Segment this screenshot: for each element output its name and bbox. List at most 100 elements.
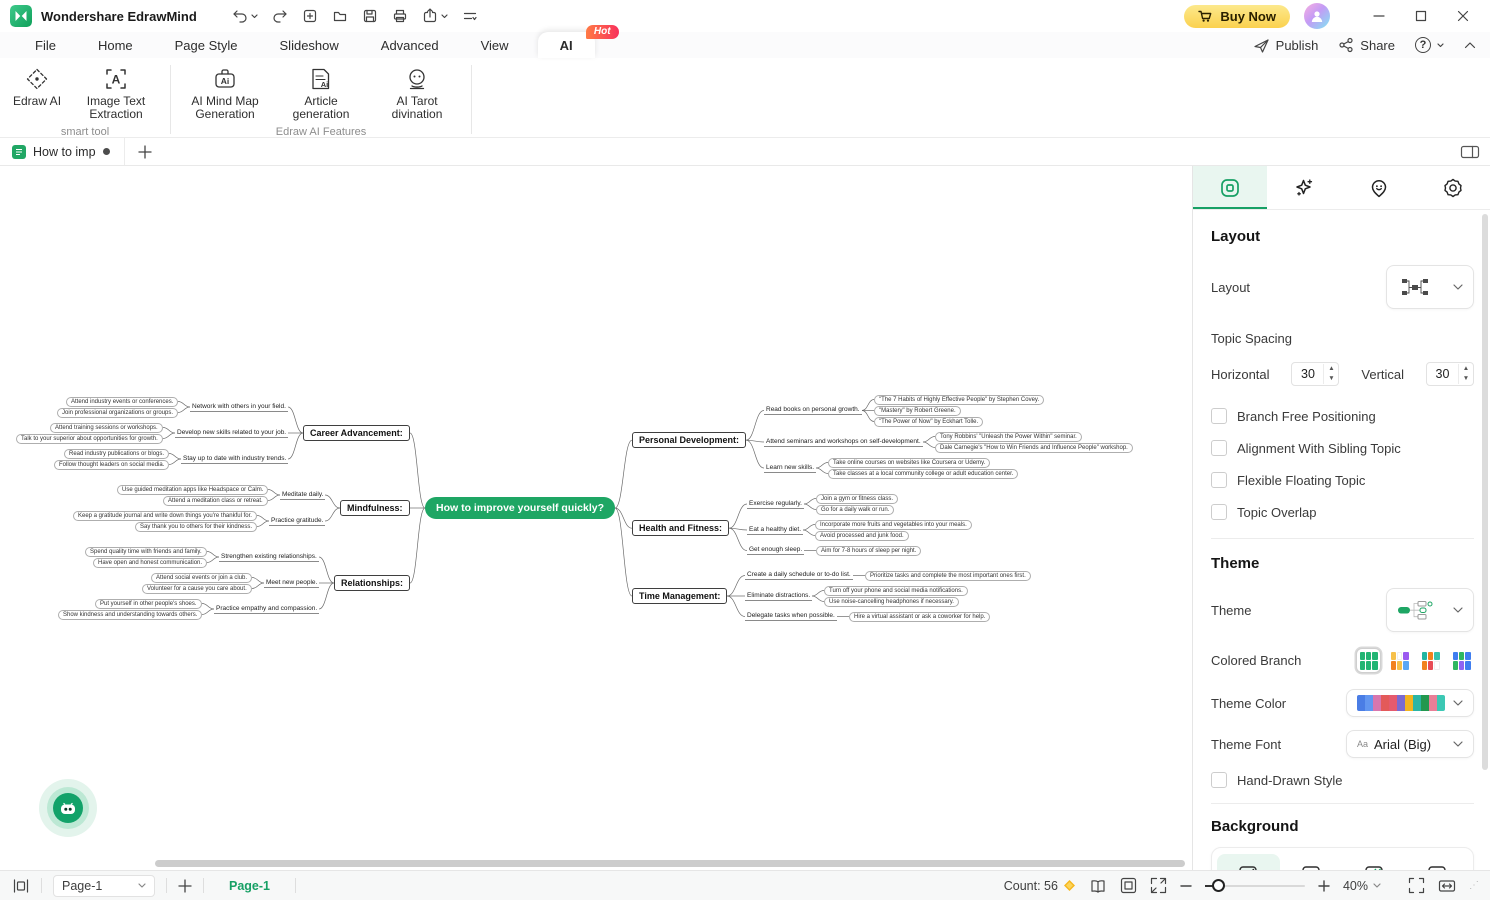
menu-slideshow[interactable]: Slideshow [259, 38, 360, 53]
print-button[interactable] [387, 4, 413, 28]
fit-width-button[interactable] [1438, 878, 1456, 894]
colored-branch-swatch-3[interactable] [1418, 648, 1443, 673]
checkbox-branch-free-positioning[interactable]: Branch Free Positioning [1211, 408, 1474, 424]
mindmap-subtopic[interactable]: Learn new skills. [764, 464, 817, 473]
mindmap-leaf-topic[interactable]: Attend a meditation class or retreat. [163, 495, 268, 506]
share-button[interactable]: Share [1338, 37, 1395, 53]
mindmap-subtopic[interactable]: Create a daily schedule or to-do list. [745, 571, 853, 580]
colored-branch-swatch-2[interactable] [1387, 648, 1412, 673]
background-texture-option[interactable]: Texture [1343, 854, 1406, 870]
mindmap-leaf-topic[interactable]: "Mastery" by Robert Greene. [874, 405, 961, 416]
page-selector-dropdown[interactable]: Page-1 [53, 874, 155, 897]
mindmap-subtopic[interactable]: Develop new skills related to your job. [175, 429, 289, 438]
mindmap-leaf-topic[interactable]: Take online courses on websites like Cou… [828, 457, 991, 468]
mindmap-leaf-topic[interactable]: Say thank you to others for their kindne… [135, 521, 258, 532]
export-button[interactable] [417, 4, 453, 28]
mindmap-subtopic[interactable]: Practice empathy and compassion. [214, 605, 320, 614]
add-page-button[interactable] [178, 878, 192, 893]
publish-button[interactable]: Publish [1253, 37, 1318, 53]
tab-style-panel[interactable] [1193, 166, 1268, 209]
mindmap-leaf-topic[interactable]: Use noise-cancelling headphones if neces… [824, 596, 959, 607]
new-file-button[interactable] [297, 4, 323, 28]
mindmap-subtopic[interactable]: Practice gratitude. [269, 517, 326, 526]
mindmap-subtopic[interactable]: Meditate daily. [280, 491, 326, 500]
undo-button[interactable] [227, 4, 263, 28]
theme-color-dropdown[interactable] [1346, 689, 1474, 717]
mindmap-branch-topic[interactable]: Health and Fitness: [632, 520, 730, 537]
menu-page-style[interactable]: Page Style [154, 38, 259, 53]
mindmap-leaf-topic[interactable]: Go for a daily walk or run. [816, 504, 895, 515]
help-button[interactable]: ? [1415, 37, 1444, 53]
mindmap-leaf-topic[interactable]: Turn off your phone and social media not… [824, 585, 968, 596]
article-generation-button[interactable]: Ai Article generation [273, 63, 369, 124]
vertical-spacing-stepper[interactable]: 30 ▲ ▼ [1425, 362, 1474, 386]
mindmap-leaf-topic[interactable]: Avoid processed and junk food. [815, 530, 909, 541]
outline-view-button[interactable] [1089, 878, 1107, 894]
mindmap-leaf-topic[interactable]: Read industry publications or blogs. [64, 448, 170, 459]
mindmap-leaf-topic[interactable]: Spend quality time with friends and fami… [85, 546, 207, 557]
open-file-button[interactable] [327, 4, 353, 28]
ai-tarot-divination-button[interactable]: AI Tarot divination [369, 63, 465, 124]
mindmap-branch-topic[interactable]: Relationships: [334, 575, 411, 591]
new-tab-button[interactable] [137, 144, 152, 159]
maximize-button[interactable] [1400, 2, 1442, 30]
mindmap-leaf-topic[interactable]: Attend social events or join a club. [151, 572, 253, 583]
mindmap-subtopic[interactable]: Delegate tasks when possible. [745, 612, 837, 621]
panel-toggle-button[interactable] [1460, 144, 1480, 160]
mindmap-leaf-topic[interactable]: Put yourself in other people's shoes. [95, 598, 202, 609]
mindmap-branch-topic[interactable]: Mindfulness: [340, 500, 410, 516]
mindmap-leaf-topic[interactable]: Aim for 7-8 hours of sleep per night. [816, 545, 922, 556]
mindmap-leaf-topic[interactable]: Incorporate more fruits and vegetables i… [815, 519, 972, 530]
background-color-option[interactable]: Color [1280, 854, 1343, 870]
mindmap-subtopic[interactable]: Eliminate distractions. [745, 592, 813, 601]
redo-button[interactable] [267, 4, 293, 28]
mindmap-leaf-topic[interactable]: "The Power of Now" by Eckhart Tolle. [874, 416, 984, 427]
colored-branch-swatch-4[interactable] [1449, 648, 1474, 673]
tab-sticker-panel[interactable] [1342, 166, 1416, 209]
customize-toolbar-button[interactable] [457, 4, 483, 28]
resize-grip-icon[interactable]: ⋰ [1469, 880, 1480, 891]
zoom-level-dropdown[interactable]: 40% [1343, 879, 1381, 893]
checkbox-topic-overlap[interactable]: Topic Overlap [1211, 504, 1474, 520]
menu-ai-active-tab[interactable]: AI Hot [537, 25, 619, 58]
theme-font-dropdown[interactable]: Aa Arial (Big) [1346, 730, 1474, 758]
colored-branch-swatch-1[interactable] [1356, 648, 1381, 673]
mindmap-subtopic[interactable]: Stay up to date with industry trends. [181, 455, 289, 464]
document-tab[interactable]: How to imp [0, 138, 125, 165]
collapse-ribbon-button[interactable] [1464, 41, 1476, 49]
mindmap-leaf-topic[interactable]: Dale Carnegie's "How to Win Friends and … [935, 442, 1133, 453]
fit-page-button[interactable] [1120, 877, 1137, 894]
pages-sidebar-button[interactable] [12, 878, 30, 894]
zoom-in-button[interactable] [1318, 879, 1330, 892]
checkbox-alignment-sibling-topic[interactable]: Alignment With Sibling Topic [1211, 440, 1474, 456]
minimize-button[interactable] [1358, 2, 1400, 30]
mindmap-subtopic[interactable]: Eat a healthy diet. [747, 526, 804, 535]
mindmap-branch-topic[interactable]: Career Advancement: [303, 425, 410, 441]
stepper-arrows-icon[interactable]: ▲ ▼ [1323, 364, 1338, 384]
mindmap-subtopic[interactable]: Exercise regularly. [747, 500, 804, 509]
background-none-option[interactable]: None [1217, 854, 1280, 870]
ai-mindmap-generation-button[interactable]: Ai AI Mind Map Generation [177, 63, 273, 124]
menu-view[interactable]: View [460, 38, 530, 53]
mindmap-leaf-topic[interactable]: Volunteer for a cause you care about. [142, 583, 252, 594]
zoom-slider-knob[interactable] [1211, 878, 1225, 892]
mindmap-subtopic[interactable]: Meet new people. [264, 579, 320, 588]
active-page-tab[interactable]: Page-1 [215, 879, 284, 893]
zoom-slider[interactable] [1204, 878, 1305, 892]
buy-now-button[interactable]: Buy Now [1184, 4, 1290, 28]
fullscreen-button[interactable] [1408, 877, 1425, 894]
ai-assistant-button[interactable] [39, 779, 97, 837]
mindmap-leaf-topic[interactable]: Take classes at a local community colleg… [828, 468, 1019, 479]
mindmap-leaf-topic[interactable]: Prioritize tasks and complete the most i… [865, 570, 1031, 581]
checkbox-flexible-floating-topic[interactable]: Flexible Floating Topic [1211, 472, 1474, 488]
mindmap-canvas[interactable]: How to improve yourself quickly? Career A… [0, 166, 1192, 870]
mindmap-subtopic[interactable]: Network with others in your field. [190, 403, 288, 412]
mindmap-leaf-topic[interactable]: Attend industry events or conferences. [66, 396, 179, 407]
edraw-ai-button[interactable]: Edraw AI [6, 63, 68, 111]
mindmap-branch-topic[interactable]: Time Management: [632, 588, 728, 604]
mindmap-subtopic[interactable]: Strengthen existing relationships. [219, 553, 319, 562]
mindmap-leaf-topic[interactable]: Show kindness and understanding towards … [58, 609, 203, 620]
mindmap-leaf-topic[interactable]: Follow thought leaders on social media. [54, 459, 170, 470]
menu-home[interactable]: Home [77, 38, 154, 53]
mindmap-subtopic[interactable]: Attend seminars and workshops on self-de… [764, 438, 923, 447]
